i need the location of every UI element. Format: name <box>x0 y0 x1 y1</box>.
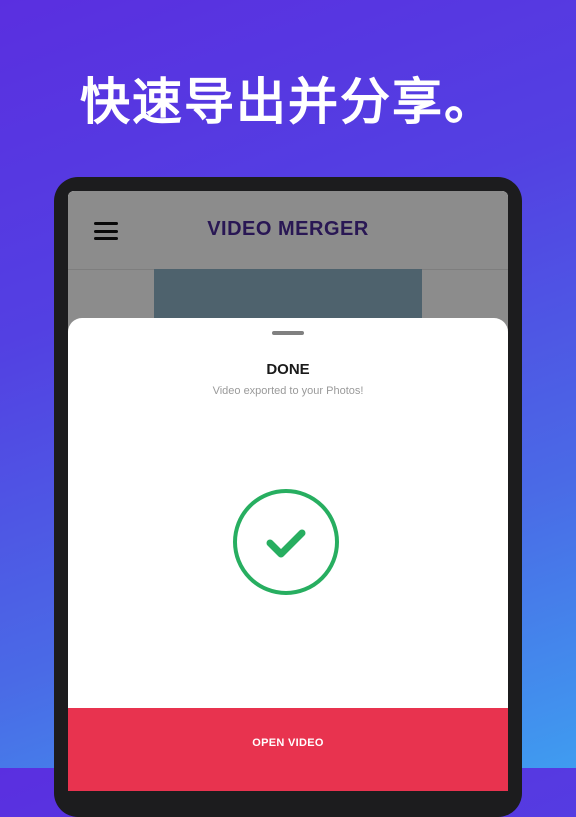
sheet-subtitle: Video exported to your Photos! <box>212 385 364 397</box>
open-video-button[interactable]: OPEN VIDEO <box>68 708 508 791</box>
app-screen: VIDEO MERGER DONE Video exported to your… <box>68 191 508 791</box>
sheet-title: DONE <box>266 361 310 378</box>
check-circle-icon <box>233 489 339 595</box>
export-done-sheet: DONE Video exported to your Photos! OPEN… <box>68 318 508 791</box>
sheet-drag-handle[interactable] <box>272 331 304 335</box>
promo-headline: 快速导出并分享。 <box>80 73 496 131</box>
open-video-button-label: OPEN VIDEO <box>252 737 324 749</box>
